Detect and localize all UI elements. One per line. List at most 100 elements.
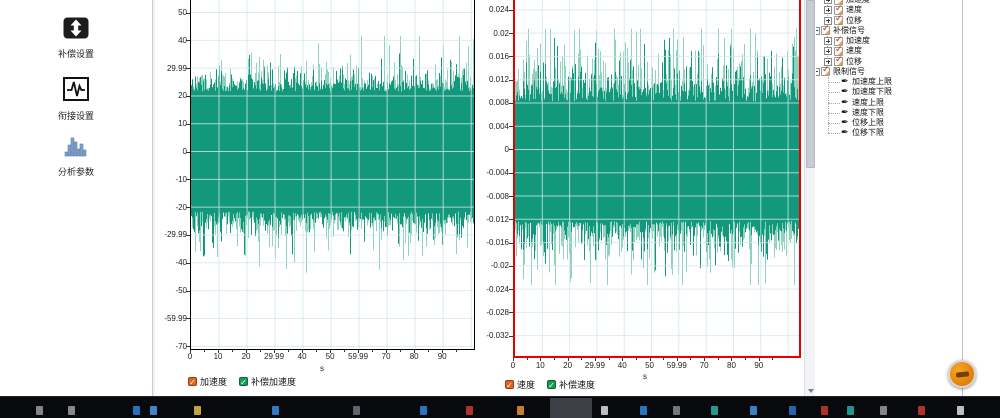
y-axis-tick bbox=[509, 312, 513, 313]
taskbar-app-icon[interactable] bbox=[750, 406, 757, 415]
legend-checkbox-icon[interactable]: ✓ bbox=[239, 377, 248, 386]
chevron-down-icon bbox=[808, 389, 814, 393]
taskbar-app-icon[interactable] bbox=[150, 406, 157, 415]
collapse-icon[interactable] bbox=[816, 27, 820, 35]
x-axis-tick bbox=[246, 350, 247, 353]
pulse-wave-icon bbox=[63, 77, 89, 101]
taskbar-app-icon[interactable] bbox=[711, 406, 718, 415]
y-axis-tick-label: 29.99 bbox=[147, 64, 187, 73]
check-icon: ✓ bbox=[822, 23, 830, 34]
legend-item[interactable]: ✓加速度 bbox=[188, 375, 227, 388]
taskbar-app-icon[interactable] bbox=[640, 406, 647, 415]
y-axis-tick-label: -0.032 bbox=[469, 331, 509, 340]
tree-item[interactable]: ✒速度下限 bbox=[816, 108, 962, 118]
check-icon: ✓ bbox=[822, 64, 830, 75]
legend-item[interactable]: ✓补偿速度 bbox=[547, 378, 595, 391]
chart-plot-area[interactable] bbox=[190, 0, 475, 350]
expand-icon[interactable] bbox=[824, 37, 832, 45]
y-axis-tick bbox=[186, 235, 190, 236]
logo-badge[interactable] bbox=[948, 360, 976, 388]
taskbar-app-icon[interactable] bbox=[673, 406, 680, 415]
windows-taskbar[interactable] bbox=[0, 396, 1000, 418]
tree-item[interactable]: ✒加速度上限 bbox=[816, 77, 962, 87]
histogram-icon bbox=[63, 133, 89, 157]
tree-item[interactable]: ✓位移 bbox=[816, 16, 962, 26]
legend-checkbox-icon[interactable]: ✓ bbox=[188, 377, 197, 386]
taskbar-app-icon[interactable] bbox=[272, 406, 279, 415]
pen-probe-icon: ✒ bbox=[841, 118, 849, 127]
chart-plot-area[interactable] bbox=[513, 0, 801, 358]
y-axis-tick bbox=[509, 196, 513, 197]
scrollbar-thumb[interactable] bbox=[806, 0, 815, 168]
collapse-icon[interactable] bbox=[816, 68, 820, 76]
taskbar-app-icon[interactable] bbox=[880, 406, 887, 415]
logo-mark bbox=[956, 371, 969, 377]
taskbar-app-icon[interactable] bbox=[420, 406, 427, 415]
tree-item-label: 加速度下限 bbox=[852, 87, 892, 97]
y-axis-tick-label: -29.99 bbox=[147, 230, 187, 239]
y-axis-tick-label: 0.024 bbox=[469, 5, 509, 14]
pen-probe-icon: ✒ bbox=[841, 87, 849, 96]
tree-checkbox[interactable]: ✓ bbox=[821, 67, 830, 76]
tree-item[interactable]: ✓位移 bbox=[816, 57, 962, 67]
x-axis-minor-tick bbox=[554, 358, 555, 360]
taskbar-app-icon[interactable] bbox=[133, 406, 140, 415]
y-axis-tick-label: 0 bbox=[469, 145, 509, 154]
tree-checkbox[interactable]: ✓ bbox=[821, 26, 830, 35]
series-速度 bbox=[516, 38, 799, 276]
taskbar-app-icon[interactable] bbox=[353, 406, 360, 415]
taskbar-app-icon[interactable] bbox=[847, 406, 854, 415]
x-axis-tick bbox=[330, 350, 331, 353]
taskbar-app-icon[interactable] bbox=[466, 406, 473, 415]
tree-checkbox[interactable]: ✓ bbox=[834, 16, 843, 25]
x-axis-tick-label: 90 bbox=[742, 361, 776, 370]
tree-connector-stub bbox=[828, 123, 840, 124]
x-axis-tick bbox=[218, 350, 219, 353]
tree-item-label: 位移上限 bbox=[852, 118, 884, 128]
y-axis-tick bbox=[509, 80, 513, 81]
tree-item[interactable]: ✒加速度下限 bbox=[816, 87, 962, 97]
toolbar-item-label: 分析参数 bbox=[0, 165, 152, 178]
taskbar-app-icon[interactable] bbox=[194, 406, 201, 415]
y-axis-tick bbox=[509, 243, 513, 244]
y-axis-tick bbox=[186, 179, 190, 180]
tree-item[interactable]: ✓限制信号 bbox=[816, 67, 962, 77]
expand-icon[interactable] bbox=[824, 6, 832, 14]
vertical-scrollbar[interactable] bbox=[804, 0, 815, 397]
tree-item[interactable]: ✒速度上限 bbox=[816, 98, 962, 108]
analysis-parameters-button[interactable]: 分析参数 bbox=[0, 133, 152, 178]
right-panel-divider bbox=[962, 0, 963, 397]
legend-item[interactable]: ✓速度 bbox=[505, 378, 535, 391]
y-axis-tick-label: -0.012 bbox=[469, 215, 509, 224]
taskbar-app-icon[interactable] bbox=[789, 406, 796, 415]
legend-checkbox-icon[interactable]: ✓ bbox=[505, 380, 514, 389]
tree-item-label: 加速度 bbox=[846, 36, 870, 46]
compensation-settings-button[interactable]: 补偿设置 bbox=[0, 17, 152, 60]
tree-checkbox[interactable]: ✓ bbox=[834, 57, 843, 66]
y-axis-tick-label: 0.016 bbox=[469, 52, 509, 61]
expand-icon[interactable] bbox=[824, 0, 832, 4]
y-axis-tick bbox=[186, 207, 190, 208]
taskbar-app-icon[interactable] bbox=[821, 406, 828, 415]
legend-item[interactable]: ✓补偿加速度 bbox=[239, 375, 296, 388]
taskbar-app-icon[interactable] bbox=[957, 406, 964, 415]
taskbar-app-icon[interactable] bbox=[36, 406, 43, 415]
y-axis-tick bbox=[186, 68, 190, 69]
y-axis-tick-label: 0.008 bbox=[469, 98, 509, 107]
y-axis-tick-label: -50 bbox=[147, 286, 187, 295]
tree-item[interactable]: ✒位移下限 bbox=[816, 128, 962, 138]
taskbar-app-icon[interactable] bbox=[601, 406, 608, 415]
y-axis-tick-label: -0.028 bbox=[469, 308, 509, 317]
link-settings-button[interactable]: 衔接设置 bbox=[0, 77, 152, 122]
taskbar-active-window[interactable] bbox=[550, 398, 592, 418]
x-axis-tick bbox=[190, 350, 191, 353]
taskbar-app-icon[interactable] bbox=[918, 406, 925, 415]
tree-item[interactable]: ✒位移上限 bbox=[816, 118, 962, 128]
pen-probe-icon: ✒ bbox=[841, 98, 849, 107]
x-axis-tick bbox=[731, 358, 732, 361]
expand-icon[interactable] bbox=[824, 47, 832, 55]
y-axis-tick-label: 0.012 bbox=[469, 75, 509, 84]
taskbar-app-icon[interactable] bbox=[68, 406, 75, 415]
legend-checkbox-icon[interactable]: ✓ bbox=[547, 380, 556, 389]
taskbar-app-icon[interactable] bbox=[517, 406, 524, 415]
